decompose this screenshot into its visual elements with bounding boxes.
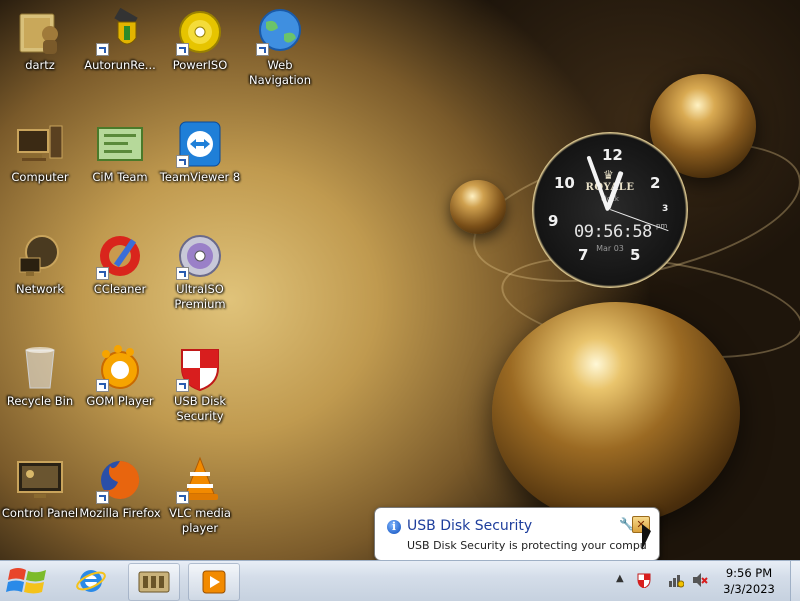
- desktop-icon-gom-player[interactable]: GOM Player: [80, 340, 160, 440]
- internet-explorer-icon: [76, 570, 106, 592]
- library-icon: [138, 571, 170, 593]
- usb-disk-security-tray-icon[interactable]: [636, 572, 652, 589]
- vlc-icon: [176, 456, 224, 504]
- desktop-icon-firefox[interactable]: Mozilla Firefox: [79, 452, 161, 552]
- computer-icon: [16, 120, 64, 168]
- network-tray-icon[interactable]: [668, 572, 685, 588]
- crown-icon: ♛: [603, 168, 614, 182]
- taskbar: ▲ 9:56 PM 3/3/2023: [0, 560, 800, 601]
- desktop-icon-usb-disk-security[interactable]: USB Disk Security: [160, 340, 240, 440]
- icon-label: CCleaner: [93, 282, 147, 296]
- clock-brand: ROYALE: [585, 182, 635, 193]
- desktop-icon-dartz[interactable]: dartz: [0, 4, 80, 104]
- desktop-icon-ccleaner[interactable]: CCleaner: [80, 228, 160, 328]
- clock-date: Mar 03: [596, 244, 624, 253]
- taskbar-media-player[interactable]: [188, 563, 240, 601]
- taskbar-time: 9:56 PM: [725, 566, 773, 580]
- globe-icon: [256, 8, 304, 56]
- show-desktop-button[interactable]: [790, 561, 800, 601]
- info-icon: i: [387, 520, 401, 534]
- desktop-icon-recycle-bin[interactable]: Recycle Bin: [0, 340, 80, 440]
- notification-title: USB Disk Security: [407, 518, 533, 534]
- decor-sphere: [492, 302, 740, 524]
- desktop-icon-control-panel[interactable]: Control Panel: [0, 452, 80, 552]
- icon-label: GOM Player: [86, 394, 154, 408]
- gom-player-icon: [96, 344, 144, 392]
- desktop-icon-autorunremover[interactable]: AutorunRe...: [80, 4, 160, 104]
- desktop-icon-network[interactable]: Network: [0, 228, 80, 328]
- usb-disk-security-icon: [176, 344, 224, 392]
- taskbar-internet-explorer[interactable]: [66, 563, 116, 599]
- icon-label: AutorunRe...: [84, 58, 156, 72]
- desktop-icon-cim-team[interactable]: CiM Team: [80, 116, 160, 216]
- taskbar-library[interactable]: [128, 563, 180, 601]
- notification-message: USB Disk Security is protecting your com…: [407, 539, 647, 552]
- icon-label: PowerISO: [172, 58, 228, 72]
- start-button[interactable]: [6, 562, 52, 600]
- teamviewer-icon: [176, 120, 224, 168]
- digital-time: 09:56:58: [574, 222, 652, 242]
- taskbar-date: 3/3/2023: [723, 582, 775, 596]
- icon-label: USB Disk Security: [174, 394, 226, 423]
- ccleaner-icon: [96, 232, 144, 280]
- poweriso-disc-icon: [176, 8, 224, 56]
- desktop-icon-ultraiso[interactable]: UltraISO Premium: [160, 228, 240, 328]
- recycle-bin-icon: [16, 344, 64, 392]
- icon-label: Web Navigation: [248, 58, 312, 87]
- desktop-icon-web-navigation[interactable]: Web Navigation: [240, 4, 320, 104]
- desktop-icon-computer[interactable]: Computer: [0, 116, 80, 216]
- mouse-cursor-icon: [642, 524, 651, 550]
- decor-sphere: [450, 180, 506, 234]
- notification-balloon[interactable]: i USB Disk Security USB Disk Security is…: [374, 507, 660, 570]
- icon-label: Mozilla Firefox: [79, 506, 161, 520]
- windows-logo-icon: [6, 568, 46, 594]
- icon-label: TeamViewer 8: [159, 170, 241, 184]
- control-panel-icon: [16, 456, 64, 504]
- clock-numeral: 9: [548, 212, 559, 230]
- icon-label: CiM Team: [92, 170, 148, 184]
- media-player-icon: [202, 570, 226, 594]
- clock-gadget[interactable]: ♛ 12 2 3 5 7 9 10 ROYALE clock 09:56:58 …: [532, 132, 688, 288]
- cim-team-icon: [96, 120, 144, 168]
- firefox-icon: [96, 456, 144, 504]
- clock-numeral: 12: [602, 146, 623, 164]
- ultraiso-icon: [176, 232, 224, 280]
- icon-label: UltraISO Premium: [174, 282, 226, 311]
- clock-numeral: 3: [662, 204, 669, 214]
- taskbar-clock[interactable]: 9:56 PM 3/3/2023: [716, 565, 782, 597]
- autorun-remover-icon: [96, 7, 144, 56]
- icon-label: VLC media player: [169, 506, 231, 535]
- volume-muted-tray-icon[interactable]: [692, 572, 708, 588]
- network-icon: [16, 232, 64, 280]
- desktop-icon-teamviewer[interactable]: TeamViewer 8: [160, 116, 240, 216]
- desktop-icon-poweriso[interactable]: PowerISO: [160, 4, 240, 104]
- desktop: ♛ 12 2 3 5 7 9 10 ROYALE clock 09:56:58 …: [0, 0, 800, 560]
- show-hidden-icons-arrow[interactable]: ▲: [616, 573, 624, 584]
- desktop-icon-vlc[interactable]: VLC media player: [160, 452, 240, 552]
- user-folder-icon: [16, 8, 64, 56]
